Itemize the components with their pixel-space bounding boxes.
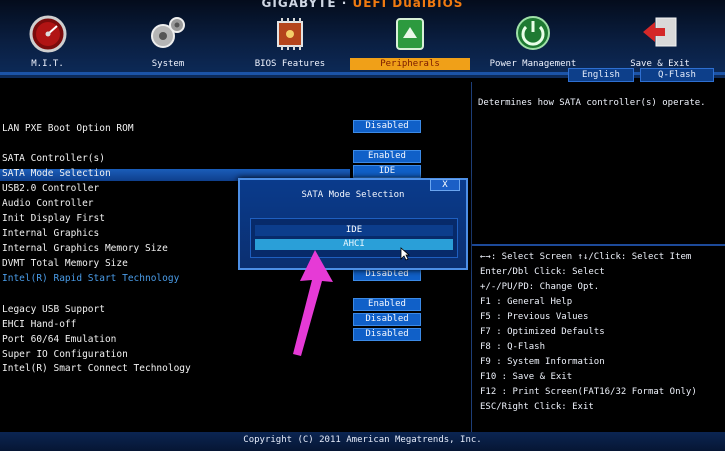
key-help-line: +/-/PU/PD: Change Opt. <box>480 282 600 292</box>
key-help-line: F5 : Previous Values <box>480 312 589 322</box>
tab-bios-features-label: BIOS Features <box>254 59 326 69</box>
tab-bios-features[interactable]: BIOS Features <box>238 10 342 72</box>
setting-smart-connect[interactable]: Intel(R) Smart Connect Technology <box>2 363 191 374</box>
setting-dvmt-total-memory[interactable]: DVMT Total Memory Size <box>2 258 128 269</box>
qflash-button[interactable]: Q-Flash <box>640 68 714 82</box>
mouse-pointer-icon <box>400 247 410 261</box>
bios-setup-screen: GIGABYTE · UEFI DualBIOS M.I.T. System B… <box>0 0 725 451</box>
brand-banner: GIGABYTE · UEFI DualBIOS <box>0 0 725 10</box>
setting-port-emulation-value[interactable]: Disabled <box>353 328 421 341</box>
setting-internal-graphics[interactable]: Internal Graphics <box>2 228 99 239</box>
key-help-line: F10 : Save & Exit <box>480 372 573 382</box>
setting-ehci-handoff-value[interactable]: Disabled <box>353 313 421 326</box>
tab-save-exit[interactable]: Save & Exit <box>605 10 715 72</box>
setting-legacy-usb[interactable]: Legacy USB Support <box>2 304 105 315</box>
help-panel: Determines how SATA controller(s) operat… <box>471 82 725 432</box>
key-help-line: F9 : System Information <box>480 357 605 367</box>
brand-separator: · <box>336 0 353 10</box>
gears-icon <box>151 17 185 48</box>
brand-name: GIGABYTE <box>261 0 337 10</box>
help-description: Determines how SATA controller(s) operat… <box>478 98 706 108</box>
annotation-arrow-icon <box>293 250 333 356</box>
top-nav-bar: GIGABYTE · UEFI DualBIOS M.I.T. System B… <box>0 0 725 78</box>
chip-icon <box>277 18 303 50</box>
setting-sata-mode[interactable]: SATA Mode Selection <box>2 168 111 179</box>
help-divider <box>472 244 725 246</box>
key-help-line: F7 : Optimized Defaults <box>480 327 605 337</box>
setting-lan-pxe-boot[interactable]: LAN PXE Boot Option ROM <box>2 123 134 134</box>
setting-sata-controller-value[interactable]: Enabled <box>353 150 421 163</box>
copyright-footer: Copyright (C) 2011 American Megatrends, … <box>0 432 725 451</box>
setting-sata-mode-value[interactable]: IDE <box>353 165 421 178</box>
language-button[interactable]: English <box>568 68 634 82</box>
tab-power-management[interactable]: Power Management <box>478 10 588 72</box>
key-help-line: F1 : General Help <box>480 297 573 307</box>
tab-peripherals-label: Peripherals <box>350 58 470 70</box>
dialog-options-list: IDE AHCI <box>250 218 458 258</box>
setting-sata-controller[interactable]: SATA Controller(s) <box>2 153 105 164</box>
tab-system[interactable]: System <box>118 10 218 72</box>
power-icon <box>516 16 550 50</box>
key-help-line: ESC/Right Click: Exit <box>480 402 594 412</box>
option-ide[interactable]: IDE <box>255 225 453 236</box>
setting-usb2-controller[interactable]: USB2.0 Controller <box>2 183 99 194</box>
setting-port-emulation[interactable]: Port 60/64 Emulation <box>2 334 116 345</box>
peripheral-device-icon <box>396 18 424 50</box>
speedometer-icon <box>29 15 66 53</box>
exit-arrow-icon <box>643 17 677 47</box>
setting-rapid-start[interactable]: Intel(R) Rapid Start Technology <box>2 273 179 284</box>
key-help-line: Enter/Dbl Click: Select <box>480 267 605 277</box>
dialog-title: SATA Mode Selection <box>301 190 405 200</box>
setting-ehci-handoff[interactable]: EHCI Hand-off <box>2 319 76 330</box>
setting-lan-pxe-boot-value[interactable]: Disabled <box>353 120 421 133</box>
tab-mit-label: M.I.T. <box>31 59 64 69</box>
setting-audio-controller[interactable]: Audio Controller <box>2 198 94 209</box>
key-help-line: F12 : Print Screen(FAT16/32 Format Only) <box>480 387 697 397</box>
setting-init-display-first[interactable]: Init Display First <box>2 213 105 224</box>
brand-product: UEFI DualBIOS <box>352 0 464 10</box>
setting-legacy-usb-value[interactable]: Enabled <box>353 298 421 311</box>
setting-internal-graphics-memory[interactable]: Internal Graphics Memory Size <box>2 243 168 254</box>
key-help-line: F8 : Q-Flash <box>480 342 546 352</box>
tab-mit[interactable]: M.I.T. <box>0 10 95 72</box>
key-help-line: ←→: Select Screen ↑↓/Click: Select Item <box>480 252 692 262</box>
tab-system-label: System <box>151 59 185 69</box>
setting-super-io[interactable]: Super IO Configuration <box>2 349 128 360</box>
sata-mode-dialog: X SATA Mode Selection IDE AHCI <box>238 178 468 270</box>
tab-peripherals[interactable]: Peripherals <box>350 10 470 72</box>
